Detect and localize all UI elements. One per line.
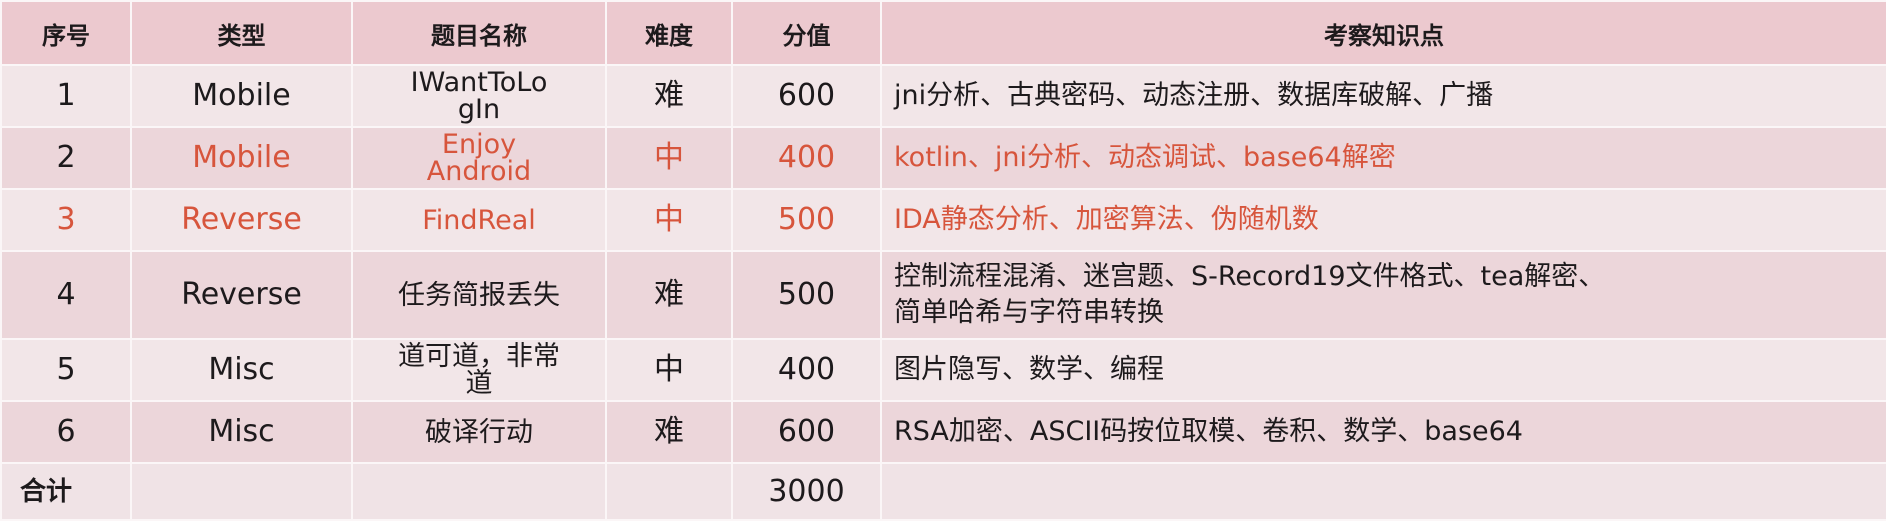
table-row: 4 Reverse 任务简报丢失 难 500 控制流程混淆、迷宫题、S-Reco… [0, 250, 1886, 340]
cell-knowledge-points: IDA静态分析、加密算法、伪随机数 [880, 188, 1886, 252]
cell-score: 400 [731, 338, 882, 402]
header-row: 序号 类型 题目名称 难度 分值 考察知识点 [0, 0, 1886, 66]
table-row: 1 Mobile IWantToLo gIn 难 600 jni分析、古典密码、… [0, 64, 1886, 128]
total-empty-type [130, 462, 353, 521]
cell-score: 500 [731, 188, 882, 252]
cell-type: Reverse [130, 188, 353, 252]
cell-knowledge-points: RSA加密、ASCII码按位取模、卷积、数学、base64 [880, 400, 1886, 464]
header-knowledge-points: 考察知识点 [880, 0, 1886, 66]
cell-difficulty: 难 [605, 250, 733, 340]
cell-no: 6 [0, 400, 132, 464]
total-score: 3000 [731, 462, 882, 521]
table-row: 3 Reverse FindReal 中 500 IDA静态分析、加密算法、伪随… [0, 188, 1886, 252]
table-row: 5 Misc 道可道，非常 道 中 400 图片隐写、数学、编程 [0, 338, 1886, 402]
cell-type: Misc [130, 338, 353, 402]
cell-name: 道可道，非常 道 [351, 338, 607, 402]
cell-no: 2 [0, 126, 132, 190]
total-empty-name [351, 462, 607, 521]
cell-difficulty: 难 [605, 64, 733, 128]
table-row: 6 Misc 破译行动 难 600 RSA加密、ASCII码按位取模、卷积、数学… [0, 400, 1886, 464]
total-row: 合计 3000 [0, 462, 1886, 521]
cell-knowledge-points: kotlin、jni分析、动态调试、base64解密 [880, 126, 1886, 190]
cell-no: 1 [0, 64, 132, 128]
cell-knowledge-points: 图片隐写、数学、编程 [880, 338, 1886, 402]
cell-name: IWantToLo gIn [351, 64, 607, 128]
cell-type: Misc [130, 400, 353, 464]
total-empty-difficulty [605, 462, 733, 521]
cell-score: 600 [731, 400, 882, 464]
cell-difficulty: 中 [605, 188, 733, 252]
header-type: 类型 [130, 0, 353, 66]
header-difficulty: 难度 [605, 0, 733, 66]
challenge-table: 序号 类型 题目名称 难度 分值 考察知识点 1 Mobile IWantToL… [0, 0, 1886, 521]
cell-type: Mobile [130, 64, 353, 128]
header-no: 序号 [0, 0, 132, 66]
cell-name: Enjoy Android [351, 126, 607, 190]
cell-name: 破译行动 [351, 400, 607, 464]
header-score: 分值 [731, 0, 882, 66]
cell-knowledge-points: jni分析、古典密码、动态注册、数据库破解、广播 [880, 64, 1886, 128]
cell-difficulty: 中 [605, 338, 733, 402]
cell-score: 400 [731, 126, 882, 190]
cell-score: 500 [731, 250, 882, 340]
cell-name: 任务简报丢失 [351, 250, 607, 340]
table-row: 2 Mobile Enjoy Android 中 400 kotlin、jni分… [0, 126, 1886, 190]
total-label: 合计 [0, 462, 132, 521]
cell-difficulty: 难 [605, 400, 733, 464]
total-empty-points [880, 462, 1886, 521]
cell-knowledge-points: 控制流程混淆、迷宫题、S-Record19文件格式、tea解密、 简单哈希与字符… [880, 250, 1886, 340]
cell-no: 4 [0, 250, 132, 340]
cell-type: Mobile [130, 126, 353, 190]
cell-type: Reverse [130, 250, 353, 340]
cell-name: FindReal [351, 188, 607, 252]
cell-no: 3 [0, 188, 132, 252]
header-name: 题目名称 [351, 0, 607, 66]
cell-difficulty: 中 [605, 126, 733, 190]
cell-score: 600 [731, 64, 882, 128]
cell-no: 5 [0, 338, 132, 402]
table-slide: 序号 类型 题目名称 难度 分值 考察知识点 1 Mobile IWantToL… [0, 0, 1886, 521]
